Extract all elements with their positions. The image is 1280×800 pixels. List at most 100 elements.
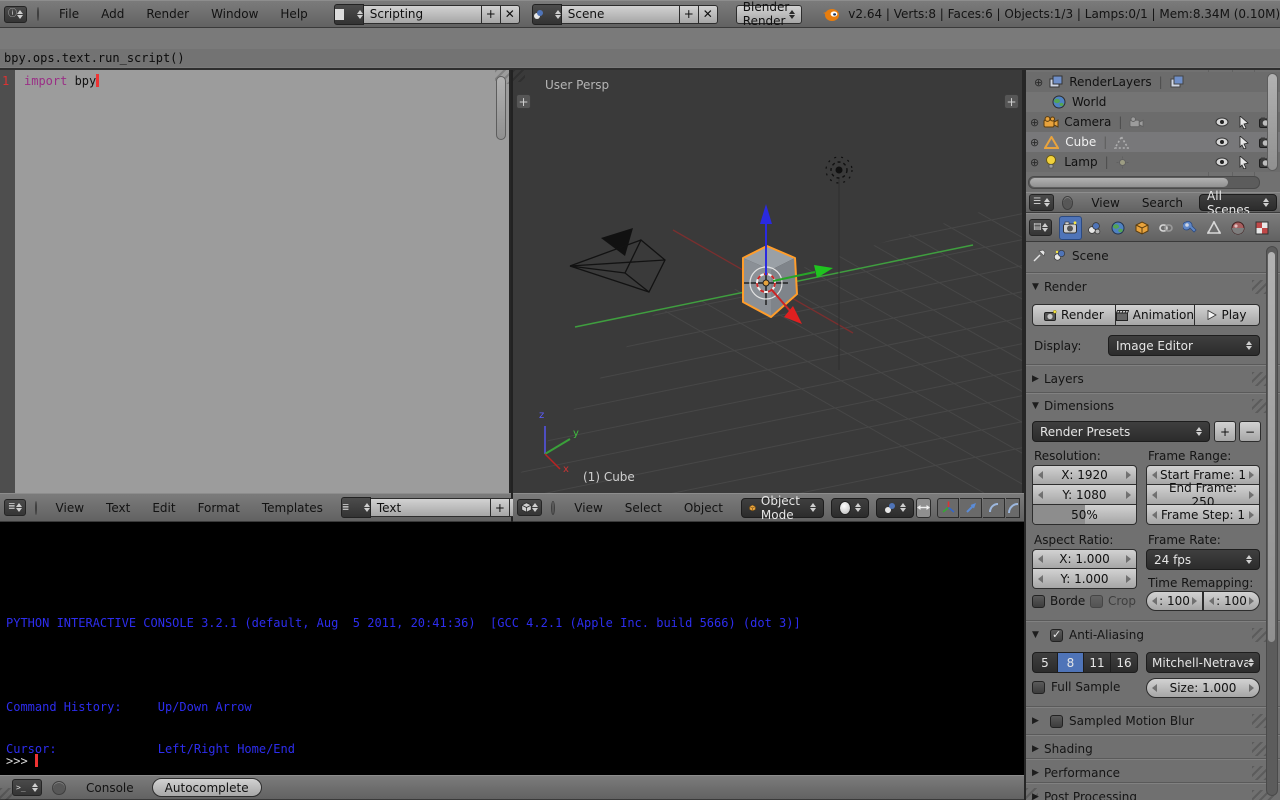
properties-scroll-track[interactable] (1266, 246, 1278, 796)
menu-add[interactable]: Add (91, 7, 134, 21)
outliner[interactable]: ⊕ RenderLayers | World ⊕ (1026, 70, 1280, 192)
region-divider[interactable] (1024, 70, 1026, 800)
code-line[interactable]: import bpy (24, 74, 99, 88)
visibility-eye-icon[interactable] (1215, 117, 1229, 127)
viewport-shading-select[interactable] (831, 498, 869, 518)
text-editor-scrollbar[interactable] (496, 76, 506, 140)
menu-object[interactable]: Object (674, 501, 733, 515)
remove-preset-button[interactable]: − (1239, 421, 1261, 442)
properties-scroll-thumb[interactable] (1267, 251, 1276, 643)
panel-header-dimensions[interactable]: ▼ Dimensions (1032, 397, 1114, 415)
tab-object[interactable] (1131, 216, 1154, 240)
add-preset-button[interactable]: + (1214, 421, 1236, 442)
panel-header-post-processing[interactable]: ▶ Post Processing (1032, 788, 1137, 800)
editor-type-button-console[interactable]: >_ (12, 779, 42, 796)
region-corner-grip[interactable] (513, 70, 525, 82)
text-editor[interactable]: 1 import bpy (0, 70, 511, 493)
text-datablock-name[interactable]: Text (371, 498, 491, 517)
menu-view[interactable]: View (46, 501, 94, 515)
menu-view[interactable]: View (1081, 196, 1129, 210)
menu-templates[interactable]: Templates (252, 501, 333, 515)
menu-help[interactable]: Help (270, 7, 317, 21)
outliner-item-label[interactable]: Camera (1064, 115, 1111, 129)
screen-layout-name[interactable]: Scripting (364, 5, 482, 24)
toolbar-expand-button[interactable]: + (516, 94, 531, 109)
outliner-row-world[interactable]: World (1026, 92, 1280, 112)
panel-header-performance[interactable]: ▶ Performance (1032, 764, 1120, 782)
border-checkbox[interactable]: Borde (1032, 594, 1085, 608)
expand-icon[interactable]: ⊕ (1030, 156, 1039, 169)
remap-new-field[interactable]: : 100 (1203, 591, 1260, 611)
panel-header-render[interactable]: ▼ Render (1032, 278, 1087, 296)
lamp-data-icon[interactable] (1116, 156, 1129, 169)
autocomplete-button[interactable]: Autocomplete (152, 778, 262, 797)
panel-header-sampled-motion-blur[interactable]: ▶ Sampled Motion Blur (1032, 712, 1194, 730)
menu-search[interactable]: Search (1132, 196, 1193, 210)
breadcrumb-label[interactable]: Scene (1072, 249, 1109, 263)
editor-type-button-3dview[interactable] (517, 499, 542, 516)
scene-name[interactable]: Scene (562, 5, 680, 24)
mesh-data-icon[interactable] (1114, 136, 1129, 149)
collapse-menus-icon[interactable] (1062, 196, 1073, 210)
renderlayer-data-icon[interactable] (1170, 75, 1184, 89)
aa-filter-select[interactable]: Mitchell-Netraval (1146, 652, 1260, 673)
frame-step-field[interactable]: Frame Step: 1 (1146, 505, 1260, 525)
expand-icon[interactable]: ⊕ (1030, 116, 1039, 129)
outliner-row-renderlayers[interactable]: ⊕ RenderLayers | (1026, 72, 1280, 92)
render-button[interactable]: Render (1032, 304, 1116, 326)
outliner-item-label[interactable]: World (1072, 95, 1106, 109)
text-datablock-browse[interactable]: ≣ (341, 497, 371, 518)
resolution-x-field[interactable]: X: 1920 (1032, 465, 1137, 485)
outliner-row-cube[interactable]: ⊕ Cube | (1026, 132, 1280, 152)
region-corner-grip[interactable] (0, 788, 12, 800)
render-presets-select[interactable]: Render Presets (1032, 421, 1210, 442)
render-animation-button[interactable]: Animation (1116, 304, 1195, 326)
delete-scene-button[interactable]: ✕ (699, 5, 718, 24)
aspect-x-field[interactable]: X: 1.000 (1032, 549, 1137, 569)
viewport-3d[interactable]: z y x User Persp (1) Cube + + (513, 70, 1024, 493)
crop-checkbox[interactable]: Crop (1090, 594, 1136, 608)
editor-type-button-properties[interactable]: ▤ (1029, 219, 1052, 236)
selectable-cursor-icon[interactable] (1239, 156, 1249, 169)
resolution-percentage-slider[interactable]: 50% (1032, 505, 1137, 525)
collapse-menus-icon[interactable] (52, 781, 66, 795)
collapse-menus-icon[interactable] (37, 7, 39, 21)
menu-window[interactable]: Window (201, 7, 268, 21)
menu-select[interactable]: Select (615, 501, 672, 515)
outliner-row-camera[interactable]: ⊕ Camera | (1026, 112, 1280, 132)
menu-text[interactable]: Text (96, 501, 140, 515)
expand-icon[interactable]: ⊕ (1030, 136, 1039, 149)
add-scene-button[interactable]: + (680, 5, 699, 24)
manipulator-toggle[interactable] (916, 498, 931, 518)
pivot-point-select[interactable] (876, 498, 914, 518)
manipulator-rotate[interactable] (983, 498, 1005, 518)
manipulator-translate[interactable] (960, 498, 982, 518)
play-rendered-button[interactable]: Play (1195, 304, 1260, 326)
tab-material[interactable] (1227, 216, 1250, 240)
editor-type-button-info[interactable]: ⓘ (4, 6, 27, 23)
end-frame-field[interactable]: End Frame: 250 (1146, 485, 1260, 505)
collapse-menus-icon[interactable] (551, 501, 555, 515)
new-text-button[interactable]: + (491, 498, 510, 517)
screen-layout-icon[interactable] (334, 4, 364, 25)
last-operator-report[interactable]: bpy.ops.text.run_script() (0, 49, 1280, 67)
aspect-y-field[interactable]: Y: 1.000 (1032, 569, 1137, 589)
manipulator-scale[interactable] (1006, 498, 1020, 518)
tab-modifiers[interactable] (1179, 216, 1202, 240)
resolution-y-field[interactable]: Y: 1080 (1032, 485, 1137, 505)
python-console[interactable]: PYTHON INTERACTIVE CONSOLE 3.2.1 (defaul… (0, 522, 1024, 775)
selectable-cursor-icon[interactable] (1239, 136, 1249, 149)
menu-edit[interactable]: Edit (142, 501, 185, 515)
camera-data-icon[interactable] (1129, 116, 1144, 129)
frame-rate-select[interactable]: 24 fps (1146, 549, 1260, 570)
editor-type-button-text[interactable]: ≣ (4, 499, 26, 516)
outliner-item-label[interactable]: RenderLayers (1069, 75, 1151, 89)
menu-file[interactable]: File (49, 7, 89, 21)
pin-icon[interactable] (1032, 248, 1047, 263)
panel-header-anti-aliasing[interactable]: ▼ Anti-Aliasing (1032, 626, 1144, 644)
tab-render[interactable] (1059, 216, 1082, 240)
selectable-cursor-icon[interactable] (1239, 116, 1249, 129)
visibility-eye-icon[interactable] (1215, 157, 1229, 167)
region-corner-grip[interactable] (1026, 788, 1038, 800)
tab-scene[interactable] (1083, 216, 1106, 240)
